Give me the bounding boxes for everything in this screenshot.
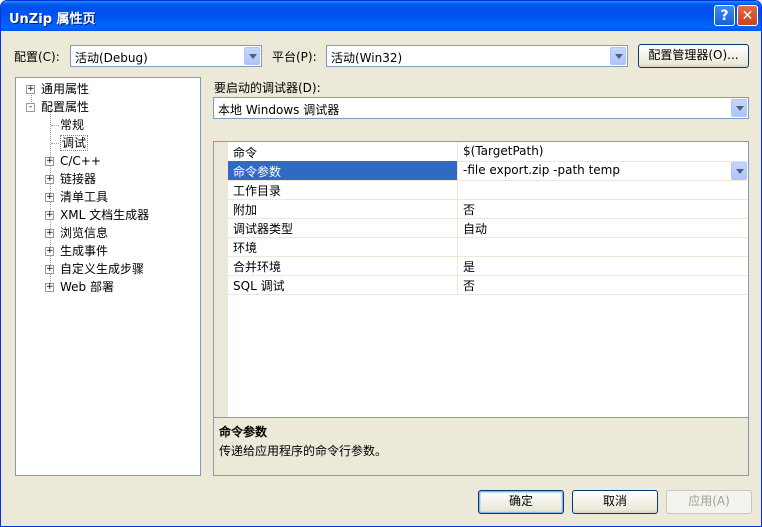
tree-node-label: Web 部署 bbox=[60, 280, 114, 294]
property-value[interactable]: 否 bbox=[463, 201, 475, 218]
property-tree: + 通用属性 - 配置属性 常规 调试 + C/C++ + 链接器 + 清单工具… bbox=[15, 77, 201, 476]
description-title: 命令参数 bbox=[219, 425, 268, 439]
tree-node-label: 通用属性 bbox=[41, 82, 90, 96]
expand-icon[interactable]: + bbox=[45, 283, 54, 292]
tree-node-label: 生成事件 bbox=[60, 244, 109, 258]
expand-icon[interactable]: + bbox=[45, 247, 54, 256]
grid-gutter bbox=[214, 142, 228, 417]
expand-icon[interactable]: + bbox=[45, 211, 54, 220]
property-grid: 命令 $(TargetPath) 命令参数 -file export.zip -… bbox=[213, 141, 749, 418]
debugger-dropdown[interactable]: 本地 Windows 调试器 bbox=[213, 97, 749, 119]
property-name: 命令参数 bbox=[233, 165, 282, 179]
property-row-merge-environment[interactable]: 合并环境 是 bbox=[228, 256, 748, 276]
property-name: 环境 bbox=[233, 241, 258, 255]
expand-icon[interactable]: + bbox=[45, 175, 54, 184]
tree-node-config-properties[interactable]: - 配置属性 bbox=[26, 99, 196, 116]
tree-node-custom-build-step[interactable]: + 自定义生成步骤 bbox=[45, 261, 195, 278]
platform-value: 活动(Win32) bbox=[331, 51, 403, 65]
property-name: 工作目录 bbox=[233, 184, 282, 198]
config-value: 活动(Debug) bbox=[75, 51, 148, 65]
config-manager-button[interactable]: 配置管理器(O)... bbox=[638, 44, 749, 68]
tree-node-xml-doc-generator[interactable]: + XML 文档生成器 bbox=[45, 207, 195, 224]
property-name: 合并环境 bbox=[233, 260, 282, 274]
expand-icon[interactable]: + bbox=[45, 265, 54, 274]
tree-node-label: 清单工具 bbox=[60, 190, 109, 204]
property-value[interactable]: $(TargetPath) bbox=[463, 144, 543, 158]
tree-node-manifest-tool[interactable]: + 清单工具 bbox=[45, 189, 195, 206]
tree-node-linker[interactable]: + 链接器 bbox=[45, 171, 195, 188]
collapse-icon[interactable]: - bbox=[26, 103, 35, 112]
apply-button[interactable]: 应用(A) bbox=[666, 490, 752, 514]
tree-node-general[interactable]: 常规 bbox=[60, 117, 84, 134]
tree-line bbox=[51, 125, 59, 126]
property-value[interactable]: 是 bbox=[463, 258, 475, 275]
ok-button[interactable]: 确定 bbox=[478, 490, 564, 514]
property-value[interactable]: 否 bbox=[463, 277, 475, 294]
tree-node-cpp[interactable]: + C/C++ bbox=[45, 153, 195, 170]
property-row-working-directory[interactable]: 工作目录 bbox=[228, 180, 748, 200]
property-value-field[interactable]: -file export.zip -path temp bbox=[463, 163, 620, 177]
title-bar[interactable]: UnZip 属性页 ? ✕ bbox=[1, 1, 761, 31]
tree-node-label: 常规 bbox=[60, 118, 85, 132]
platform-label: 平台(P): bbox=[272, 50, 317, 64]
property-row-debugger-type[interactable]: 调试器类型 自动 bbox=[228, 218, 748, 238]
column-separator bbox=[457, 142, 458, 161]
debugger-value: 本地 Windows 调试器 bbox=[218, 103, 340, 117]
property-row-command[interactable]: 命令 $(TargetPath) bbox=[228, 142, 748, 162]
tree-node-debugging[interactable]: 调试 bbox=[60, 135, 89, 152]
platform-dropdown[interactable]: 活动(Win32) bbox=[326, 45, 628, 67]
help-button[interactable]: ? bbox=[714, 5, 735, 26]
column-separator bbox=[457, 199, 458, 218]
cancel-button[interactable]: 取消 bbox=[572, 490, 658, 514]
column-separator bbox=[457, 218, 458, 237]
tree-node-label: 自定义生成步骤 bbox=[60, 262, 145, 276]
property-name: 调试器类型 bbox=[233, 222, 294, 236]
property-value[interactable]: 自动 bbox=[463, 220, 487, 237]
property-name: SQL 调试 bbox=[233, 279, 285, 293]
description-panel: 命令参数 传递给应用程序的命令行参数。 bbox=[213, 417, 749, 476]
property-name: 附加 bbox=[233, 203, 258, 217]
tree-node-label: XML 文档生成器 bbox=[60, 208, 150, 222]
property-row-environment[interactable]: 环境 bbox=[228, 237, 748, 257]
column-separator bbox=[457, 161, 458, 180]
tree-node-label: 配置属性 bbox=[41, 100, 90, 114]
description-text: 传递给应用程序的命令行参数。 bbox=[219, 444, 388, 458]
debugger-label: 要启动的调试器(D): bbox=[214, 81, 321, 95]
column-separator bbox=[457, 275, 458, 294]
expand-icon[interactable]: + bbox=[45, 157, 54, 166]
expand-icon[interactable]: + bbox=[45, 193, 54, 202]
tree-node-browse-info[interactable]: + 浏览信息 bbox=[45, 225, 195, 242]
property-pages-window: UnZip 属性页 ? ✕ 配置(C): 活动(Debug) 平台(P): 活动… bbox=[0, 0, 762, 527]
tree-node-label: 链接器 bbox=[60, 172, 97, 186]
tree-node-build-events[interactable]: + 生成事件 bbox=[45, 243, 195, 260]
expand-icon[interactable]: + bbox=[45, 229, 54, 238]
chevron-down-icon[interactable] bbox=[244, 47, 260, 65]
property-name: 命令 bbox=[233, 146, 258, 160]
config-label: 配置(C): bbox=[14, 50, 60, 64]
tree-node-label: C/C++ bbox=[60, 154, 101, 168]
property-row-attach[interactable]: 附加 否 bbox=[228, 199, 748, 219]
column-separator bbox=[457, 180, 458, 199]
close-button[interactable]: ✕ bbox=[737, 5, 758, 26]
tree-node-label: 调试 bbox=[60, 135, 89, 151]
config-dropdown[interactable]: 活动(Debug) bbox=[70, 45, 262, 67]
property-row-sql-debugging[interactable]: SQL 调试 否 bbox=[228, 275, 748, 295]
chevron-down-icon[interactable] bbox=[610, 47, 626, 65]
chevron-down-icon[interactable] bbox=[731, 99, 747, 117]
tree-node-web-deployment[interactable]: + Web 部署 bbox=[45, 279, 195, 296]
chevron-down-icon[interactable] bbox=[731, 162, 747, 180]
expand-icon[interactable]: + bbox=[26, 85, 35, 94]
column-separator bbox=[457, 256, 458, 275]
column-separator bbox=[457, 237, 458, 256]
tree-node-common-properties[interactable]: + 通用属性 bbox=[26, 81, 196, 98]
property-row-command-arguments[interactable]: 命令参数 -file export.zip -path temp bbox=[228, 161, 748, 181]
tree-node-label: 浏览信息 bbox=[60, 226, 109, 240]
window-title: UnZip 属性页 bbox=[9, 12, 96, 27]
tree-line bbox=[51, 143, 59, 144]
